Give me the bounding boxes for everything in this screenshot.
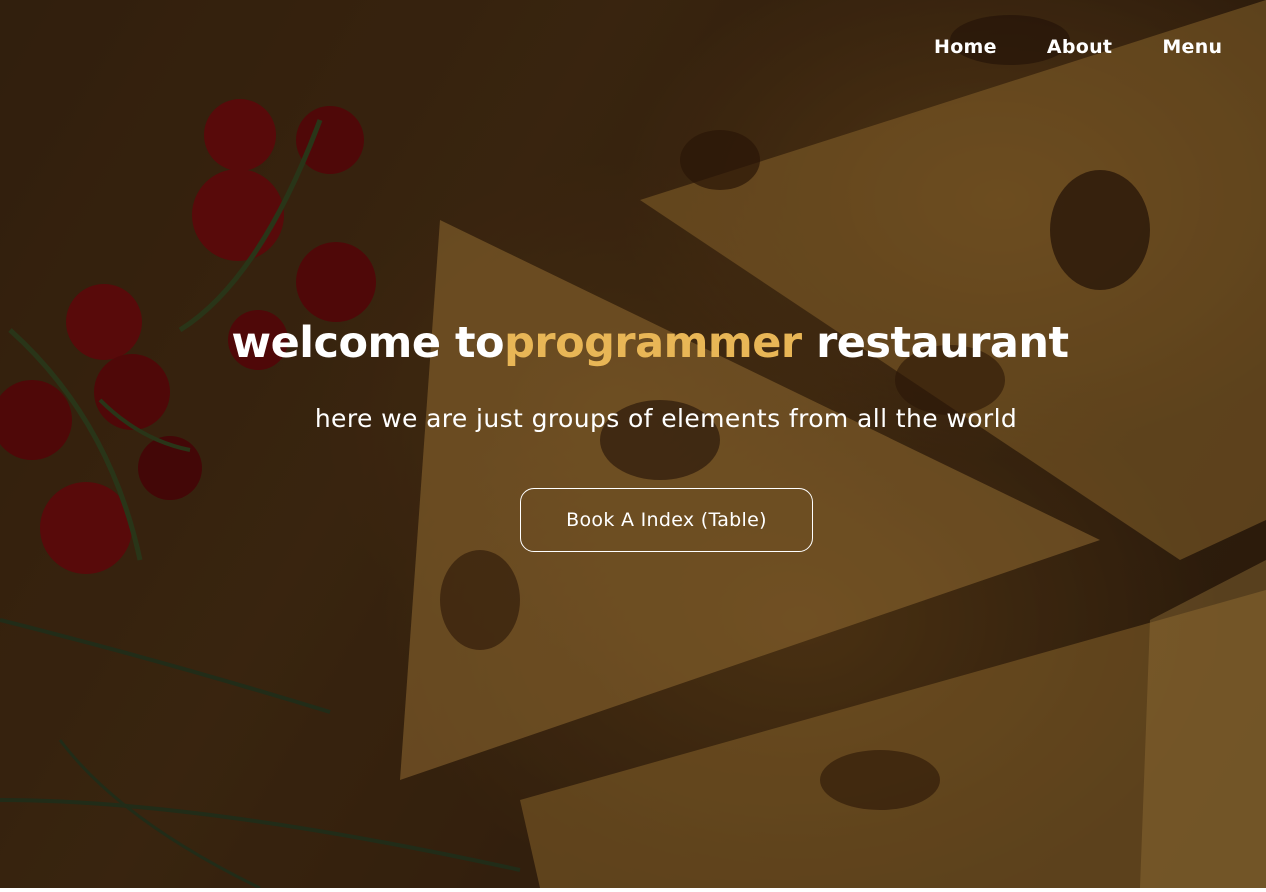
book-table-button[interactable]: Book A Index (Table): [520, 488, 813, 552]
hero-headline: welcome toprogrammer restaurant: [0, 318, 1266, 368]
page-bottom-edge: [0, 888, 1266, 892]
headline-accent: programmer: [504, 318, 802, 368]
nav-about[interactable]: About: [1047, 36, 1112, 58]
hero-subtitle: here we are just groups of elements from…: [314, 404, 1018, 433]
dark-overlay: [0, 0, 1266, 888]
nav-menu[interactable]: Menu: [1162, 36, 1222, 58]
headline-suffix: restaurant: [801, 318, 1069, 368]
main-nav: Home About Menu: [934, 36, 1222, 58]
hero-section: Home About Menu welcome toprogrammer res…: [0, 0, 1266, 888]
nav-home[interactable]: Home: [934, 36, 997, 58]
headline-prefix: welcome to: [231, 318, 505, 368]
